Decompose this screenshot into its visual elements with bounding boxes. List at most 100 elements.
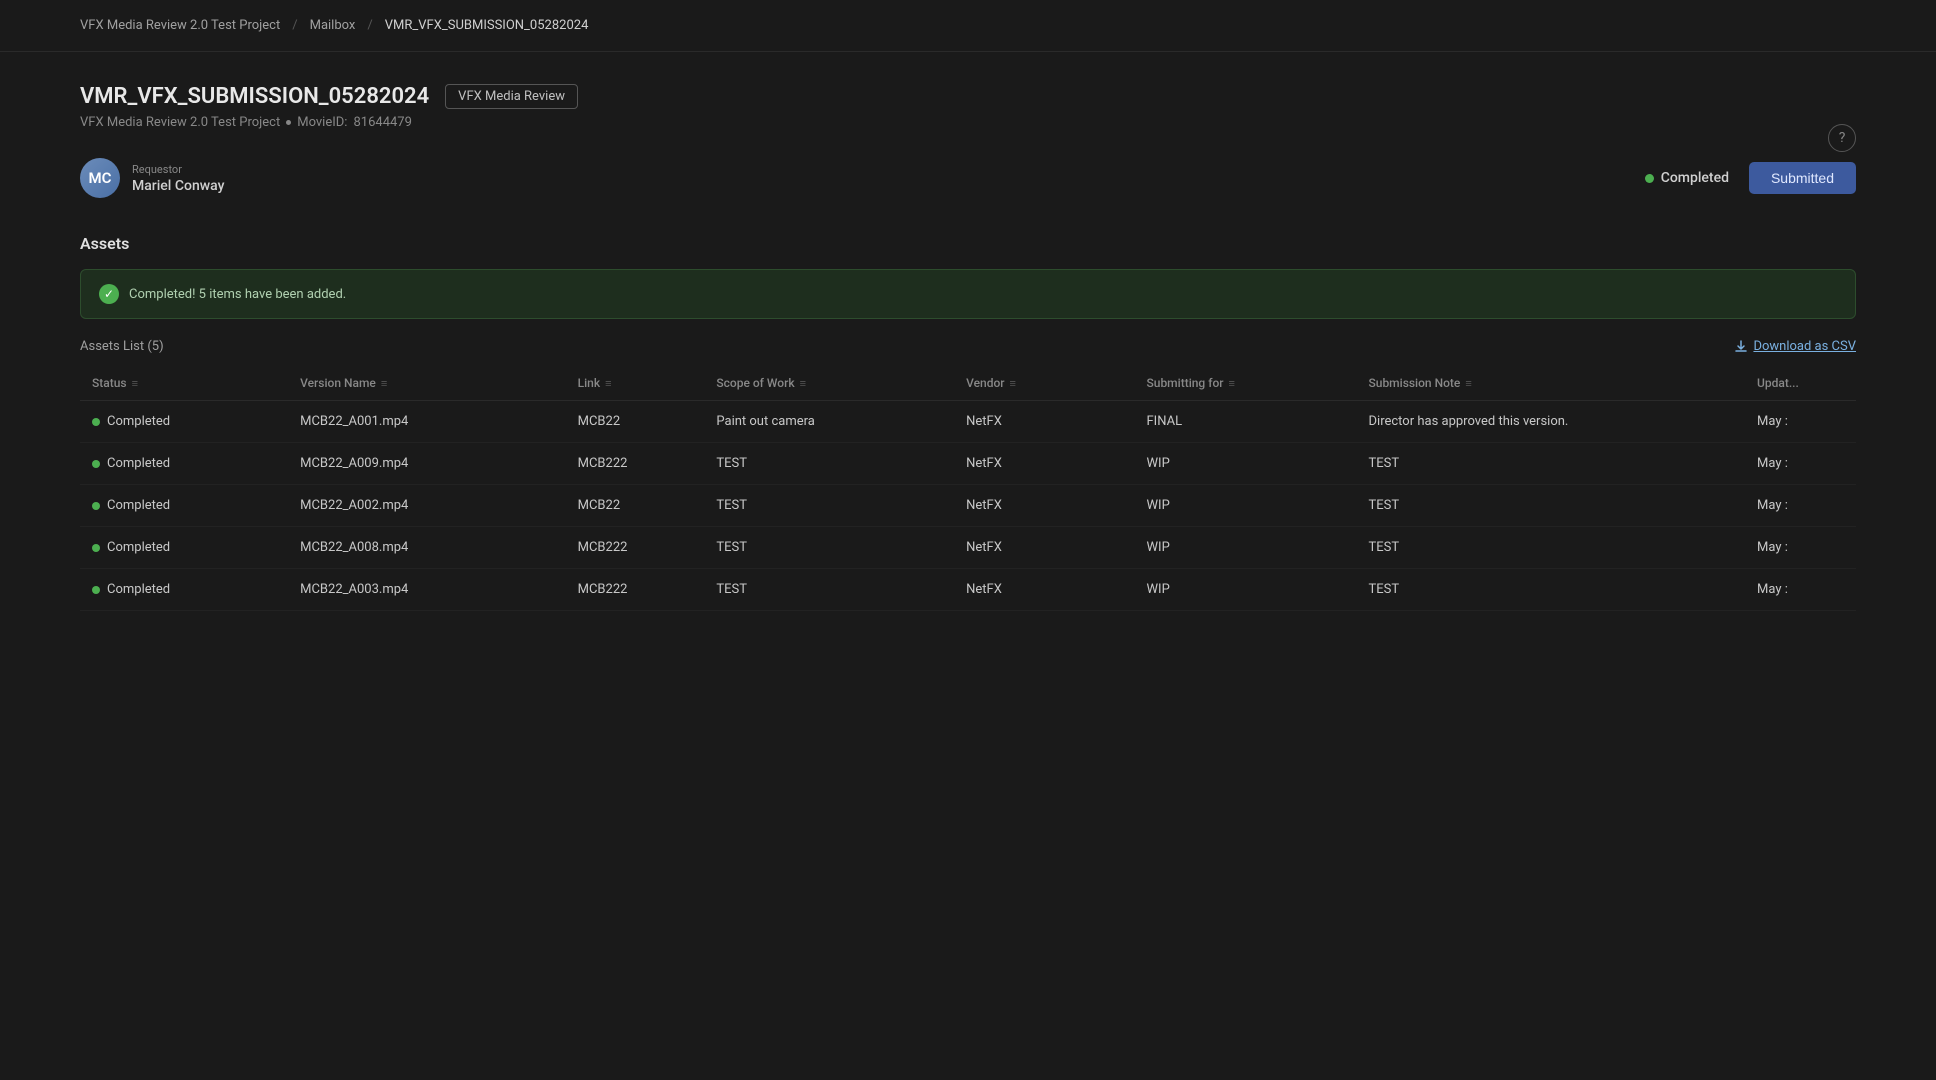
table-row[interactable]: Completed MCB22_A009.mp4 MCB222 TEST Net… [80, 443, 1856, 485]
cell-note-1: TEST [1357, 443, 1746, 485]
requester-info: MC Requestor Mariel Conway [80, 158, 224, 198]
cell-vendor-4: NetFX [954, 569, 1134, 611]
cell-link-2: MCB22 [566, 485, 705, 527]
completed-dot [1645, 174, 1654, 183]
th-scope[interactable]: Scope of Work ≡ [704, 366, 954, 401]
help-icon[interactable]: ? [1828, 124, 1856, 152]
cell-updated-3: May : [1745, 527, 1856, 569]
cell-note-4: TEST [1357, 569, 1746, 611]
assets-section-title: Assets [80, 234, 1856, 253]
table-row[interactable]: Completed MCB22_A001.mp4 MCB22 Paint out… [80, 401, 1856, 443]
success-icon: ✓ [99, 284, 119, 304]
requester-label: Requestor [132, 163, 224, 176]
status-text-1: Completed [107, 456, 170, 471]
assets-table-container: Status ≡ Version Name ≡ [80, 366, 1856, 611]
download-csv-button[interactable]: Download as CSV [1734, 339, 1856, 354]
cell-updated-0: May : [1745, 401, 1856, 443]
sort-icon-link: ≡ [605, 377, 611, 390]
status-completed: Completed [1645, 170, 1729, 186]
th-link[interactable]: Link ≡ [566, 366, 705, 401]
table-row[interactable]: Completed MCB22_A008.mp4 MCB222 TEST Net… [80, 527, 1856, 569]
cell-link-3: MCB222 [566, 527, 705, 569]
breadcrumb-sep-2: / [367, 18, 372, 33]
cell-scope-1: TEST [704, 443, 954, 485]
tag-badge: VFX Media Review [445, 84, 578, 109]
sort-icon-note: ≡ [1465, 377, 1471, 390]
assets-list-header: Assets List (5) Download as CSV [80, 339, 1856, 354]
cell-vendor-2: NetFX [954, 485, 1134, 527]
sort-icon-scope: ≡ [800, 377, 806, 390]
breadcrumb-mailbox[interactable]: Mailbox [310, 18, 356, 33]
cell-submitting-4: WIP [1135, 569, 1357, 611]
success-banner: ✓ Completed! 5 items have been added. [80, 269, 1856, 319]
cell-link-4: MCB222 [566, 569, 705, 611]
breadcrumb-sep-1: / [292, 18, 297, 33]
status-dot-0 [92, 418, 100, 426]
breadcrumb-submission: VMR_VFX_SUBMISSION_05282024 [385, 18, 589, 33]
status-dot-4 [92, 586, 100, 594]
cell-submitting-1: WIP [1135, 443, 1357, 485]
table-header-row: Status ≡ Version Name ≡ [80, 366, 1856, 401]
cell-scope-4: TEST [704, 569, 954, 611]
cell-submitting-0: FINAL [1135, 401, 1357, 443]
page-meta: VFX Media Review 2.0 Test Project MovieI… [80, 115, 1856, 130]
cell-status-4: Completed [80, 569, 288, 611]
th-status[interactable]: Status ≡ [80, 366, 288, 401]
cell-note-3: TEST [1357, 527, 1746, 569]
cell-scope-0: Paint out camera [704, 401, 954, 443]
status-dot-1 [92, 460, 100, 468]
table-row[interactable]: Completed MCB22_A002.mp4 MCB22 TEST NetF… [80, 485, 1856, 527]
table-body: Completed MCB22_A001.mp4 MCB22 Paint out… [80, 401, 1856, 611]
sort-icon-vendor: ≡ [1010, 377, 1016, 390]
completed-label: Completed [1661, 170, 1729, 186]
meta-separator [286, 120, 291, 125]
meta-movieid-label: MovieID: [297, 115, 347, 130]
status-dot-3 [92, 544, 100, 552]
page-header: VMR_VFX_SUBMISSION_05282024 VFX Media Re… [80, 84, 1856, 109]
requester-name: Mariel Conway [132, 178, 224, 194]
th-submitting[interactable]: Submitting for ≡ [1135, 366, 1357, 401]
th-vendor[interactable]: Vendor ≡ [954, 366, 1134, 401]
avatar: MC [80, 158, 120, 198]
breadcrumb-project[interactable]: VFX Media Review 2.0 Test Project [80, 18, 280, 33]
cell-updated-2: May : [1745, 485, 1856, 527]
cell-updated-4: May : [1745, 569, 1856, 611]
success-message: Completed! 5 items have been added. [129, 287, 346, 302]
assets-section: Assets ✓ Completed! 5 items have been ad… [80, 234, 1856, 611]
table-row[interactable]: Completed MCB22_A003.mp4 MCB222 TEST Net… [80, 569, 1856, 611]
cell-vendor-0: NetFX [954, 401, 1134, 443]
requester-details: Requestor Mariel Conway [132, 163, 224, 194]
status-text-4: Completed [107, 582, 170, 597]
meta-project: VFX Media Review 2.0 Test Project [80, 115, 280, 130]
cell-link-0: MCB22 [566, 401, 705, 443]
cell-version-4: MCB22_A003.mp4 [288, 569, 566, 611]
cell-status-1: Completed [80, 443, 288, 485]
cell-status-2: Completed [80, 485, 288, 527]
sort-icon-version: ≡ [381, 377, 387, 390]
cell-note-2: TEST [1357, 485, 1746, 527]
meta-movieid: 81644479 [353, 115, 411, 130]
cell-submitting-2: WIP [1135, 485, 1357, 527]
sort-icon-status: ≡ [132, 377, 138, 390]
cell-link-1: MCB222 [566, 443, 705, 485]
status-text-0: Completed [107, 414, 170, 429]
assets-table: Status ≡ Version Name ≡ [80, 366, 1856, 611]
status-area: Completed Submitted [1645, 162, 1856, 194]
cell-submitting-3: WIP [1135, 527, 1357, 569]
submitted-button[interactable]: Submitted [1749, 162, 1856, 194]
cell-status-0: Completed [80, 401, 288, 443]
cell-version-1: MCB22_A009.mp4 [288, 443, 566, 485]
sort-icon-submitting: ≡ [1229, 377, 1235, 390]
th-update[interactable]: Updat... [1745, 366, 1856, 401]
assets-list-label: Assets List (5) [80, 339, 164, 354]
cell-note-0: Director has approved this version. [1357, 401, 1746, 443]
status-text-3: Completed [107, 540, 170, 555]
page-title: VMR_VFX_SUBMISSION_05282024 [80, 84, 429, 109]
th-note[interactable]: Submission Note ≡ [1357, 366, 1746, 401]
status-text-2: Completed [107, 498, 170, 513]
cell-vendor-3: NetFX [954, 527, 1134, 569]
cell-status-3: Completed [80, 527, 288, 569]
cell-scope-2: TEST [704, 485, 954, 527]
th-version[interactable]: Version Name ≡ [288, 366, 566, 401]
cell-scope-3: TEST [704, 527, 954, 569]
